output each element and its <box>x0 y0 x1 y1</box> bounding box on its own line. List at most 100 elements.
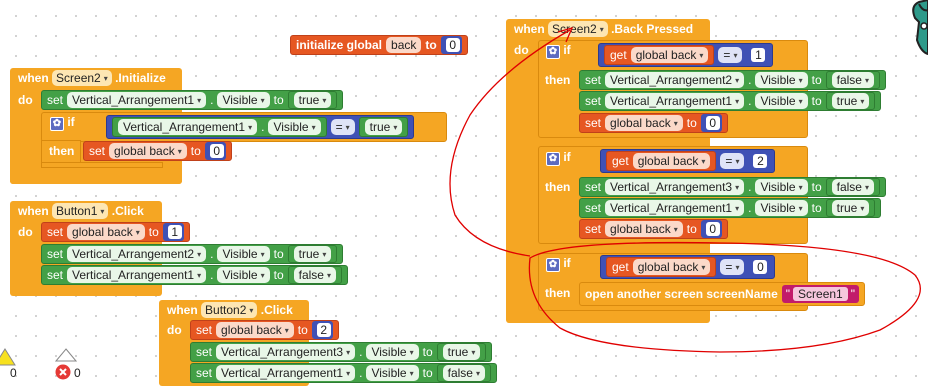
number-block[interactable]: 0 <box>700 114 722 132</box>
component-dropdown[interactable]: Screen2 ▾ <box>52 70 112 86</box>
set-visible-block[interactable]: set Vertical_Arrangement3 ▾ . Visible ▾ to… <box>190 342 493 362</box>
open-another-screen-block[interactable]: open another screen screenName " Screen1 " <box>579 282 865 306</box>
number-block[interactable]: 2 <box>748 152 770 170</box>
boolean-block[interactable]: true ▾ <box>287 91 338 109</box>
boolean-block[interactable]: true ▾ <box>825 199 876 217</box>
global-dropdown[interactable]: global back ▾ <box>632 153 711 169</box>
operator-dropdown[interactable]: = ▾ <box>330 119 355 135</box>
gear-icon[interactable]: ✿ <box>546 151 560 166</box>
warning-indicator[interactable]: 0 <box>0 348 24 384</box>
set-visible-block[interactable]: set Vertical_Arrangement1 ▾ . Visible ▾ to… <box>190 363 497 383</box>
number-block[interactable]: 2 <box>311 321 333 339</box>
global-dropdown[interactable]: global back ▾ <box>109 143 187 159</box>
component-dropdown[interactable]: Button2 ▾ <box>201 302 258 318</box>
operator-dropdown[interactable]: = ▾ <box>718 47 743 63</box>
set-visible-block[interactable]: set Vertical_Arrangement2 ▾ . Visible ▾ to… <box>41 244 344 264</box>
gear-icon[interactable]: ✿ <box>546 44 560 59</box>
component-dropdown[interactable]: Vertical_Arrangement1 ▾ <box>605 200 745 216</box>
set-visible-block[interactable]: set Vertical_Arrangement3 ▾ . Visible ▾ to… <box>579 177 886 197</box>
boolean-dropdown[interactable]: true ▾ <box>442 344 481 360</box>
boolean-dropdown[interactable]: true ▾ <box>293 246 332 262</box>
set-global-block[interactable]: set global back ▾ to 0 <box>83 141 232 161</box>
component-dropdown[interactable]: Vertical_Arrangement1 ▾ <box>67 92 207 108</box>
number-block[interactable]: 0 <box>700 220 722 238</box>
boolean-dropdown[interactable]: false ▾ <box>293 267 336 283</box>
property-dropdown[interactable]: Visible ▾ <box>217 92 270 108</box>
component-dropdown[interactable]: Vertical_Arrangement2 ▾ <box>605 72 745 88</box>
property-dropdown[interactable]: Visible ▾ <box>755 72 808 88</box>
gear-icon[interactable]: ✿ <box>546 257 560 272</box>
global-dropdown[interactable]: global back ▾ <box>632 259 711 275</box>
set-visible-block[interactable]: set Vertical_Arrangement1 ▾ . Visible ▾ to… <box>579 91 882 111</box>
component-dropdown[interactable]: Vertical_Arrangement3 ▾ <box>216 344 356 360</box>
component-dropdown[interactable]: Vertical_Arrangement3 ▾ <box>605 179 745 195</box>
operator-dropdown[interactable]: = ▾ <box>720 153 745 169</box>
boolean-block[interactable]: false ▾ <box>825 71 880 89</box>
get-global-block[interactable]: get global back ▾ <box>606 151 717 171</box>
property-dropdown[interactable]: Visible ▾ <box>755 200 808 216</box>
global-dropdown[interactable]: global back ▾ <box>216 322 294 338</box>
error-indicator[interactable]: 0 <box>52 348 88 384</box>
set-visible-block[interactable]: set Vertical_Arrangement1 ▾ . Visible ▾ to… <box>41 265 348 285</box>
boolean-block[interactable]: true ▾ <box>358 117 409 137</box>
boolean-block[interactable]: false ▾ <box>287 266 342 284</box>
property-dropdown[interactable]: Visible ▾ <box>217 246 270 262</box>
getter-block[interactable]: Vertical_Arrangement1 ▾ . Visible ▾ <box>112 117 327 137</box>
boolean-block[interactable]: true ▾ <box>825 92 876 110</box>
operator-dropdown[interactable]: = ▾ <box>720 259 745 275</box>
boolean-block[interactable]: true ▾ <box>436 343 487 361</box>
boolean-value: true <box>447 345 469 359</box>
get-global-block[interactable]: get global back ▾ <box>606 257 717 277</box>
boolean-block[interactable]: true ▾ <box>287 245 338 263</box>
compare-block[interactable]: get global back ▾ = ▾ 1 <box>598 43 774 67</box>
number-block[interactable]: 1 <box>162 223 184 241</box>
set-global-block[interactable]: set global back ▾ to 0 <box>579 113 728 133</box>
set-global-block[interactable]: set global back ▾ to 0 <box>579 219 728 239</box>
compare-block[interactable]: Vertical_Arrangement1 ▾ . Visible ▾ = ▾ tru… <box>106 115 415 139</box>
property-dropdown[interactable]: Visible ▾ <box>366 365 419 381</box>
component-dropdown[interactable]: Button1 ▾ <box>52 203 109 219</box>
property-dropdown[interactable]: Visible ▾ <box>217 267 270 283</box>
global-dropdown[interactable]: global back ▾ <box>605 221 683 237</box>
set-global-block[interactable]: set global back ▾ to 1 <box>41 222 190 242</box>
boolean-dropdown[interactable]: false ▾ <box>831 179 874 195</box>
chevron-down-icon: ▾ <box>735 203 740 213</box>
boolean-dropdown[interactable]: true ▾ <box>293 92 332 108</box>
event-name: .Click <box>260 303 293 317</box>
set-visible-block[interactable]: set Vertical_Arrangement1 ▾ . Visible ▾ to… <box>41 90 344 110</box>
number-block[interactable]: 0 <box>748 258 770 276</box>
boolean-dropdown[interactable]: false ▾ <box>831 72 874 88</box>
number-block[interactable]: 1 <box>746 46 768 64</box>
global-dropdown[interactable]: global back ▾ <box>67 224 145 240</box>
text-block[interactable]: " Screen1 " <box>781 285 859 303</box>
get-global-block[interactable]: get global back ▾ <box>604 45 715 65</box>
compare-block[interactable]: get global back ▾ = ▾ 2 <box>600 149 776 173</box>
boolean-dropdown[interactable]: true ▾ <box>831 93 870 109</box>
set-visible-block[interactable]: set Vertical_Arrangement2 ▾ . Visible ▾ to… <box>579 70 886 90</box>
set-visible-block[interactable]: set Vertical_Arrangement1 ▾ . Visible ▾ to… <box>579 198 882 218</box>
property-dropdown[interactable]: Visible ▾ <box>755 93 808 109</box>
component-dropdown[interactable]: Screen2 ▾ <box>548 21 608 37</box>
gear-icon[interactable]: ✿ <box>50 116 64 131</box>
component-dropdown[interactable]: Vertical_Arrangement1 ▾ <box>605 93 745 109</box>
compare-block[interactable]: get global back ▾ = ▾ 0 <box>600 255 776 279</box>
number-block[interactable]: 0 <box>440 36 462 54</box>
global-dropdown[interactable]: global back ▾ <box>605 115 683 131</box>
boolean-block[interactable]: false ▾ <box>825 178 880 196</box>
set-global-block[interactable]: set global back ▾ to 2 <box>190 320 339 340</box>
number-block[interactable]: 0 <box>204 142 226 160</box>
boolean-dropdown[interactable]: true ▾ <box>831 200 870 216</box>
component-dropdown[interactable]: Vertical_Arrangement1 ▾ <box>67 267 207 283</box>
initialize-global-block[interactable]: initialize global back to 0 <box>290 35 468 55</box>
component-dropdown[interactable]: Vertical_Arrangement1 ▾ <box>118 119 258 135</box>
component-dropdown[interactable]: Vertical_Arrangement2 ▾ <box>67 246 207 262</box>
boolean-block[interactable]: false ▾ <box>436 364 491 382</box>
boolean-dropdown[interactable]: false ▾ <box>442 365 485 381</box>
property-dropdown[interactable]: Visible ▾ <box>366 344 419 360</box>
component-dropdown[interactable]: Vertical_Arrangement1 ▾ <box>216 365 356 381</box>
property-dropdown[interactable]: Visible ▾ <box>755 179 808 195</box>
boolean-dropdown[interactable]: true ▾ <box>364 119 403 135</box>
property-dropdown[interactable]: Visible ▾ <box>268 119 321 135</box>
global-name-field[interactable]: back <box>386 37 422 53</box>
global-dropdown[interactable]: global back ▾ <box>630 47 709 63</box>
